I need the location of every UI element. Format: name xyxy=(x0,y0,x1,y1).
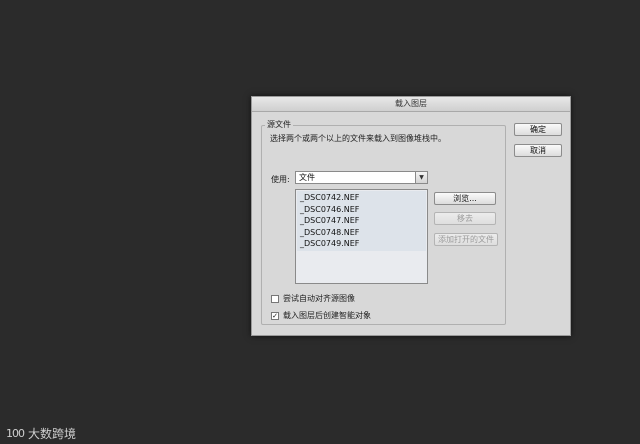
smart-object-label: 载入图层后创建智能对象 xyxy=(283,311,371,320)
list-item-file[interactable]: _DSC0746.NEF xyxy=(296,204,359,216)
list-item-file[interactable]: _DSC0747.NEF xyxy=(296,215,359,227)
smart-object-checkbox[interactable]: ✓ xyxy=(271,311,279,320)
desktop-background: 载入图层 源文件 选择两个或两个以上的文件来载入到图像堆栈中。 使用: 文件 ▼… xyxy=(0,0,640,444)
list-item-file[interactable]: _DSC0742.NEF xyxy=(296,192,359,204)
source-files-label: 源文件 xyxy=(265,119,293,130)
ok-button[interactable]: 确定 xyxy=(514,123,562,136)
remove-button[interactable]: 移去 xyxy=(434,212,496,225)
watermark: 100 大数跨境 xyxy=(6,425,76,442)
list-item-file[interactable]: _DSC0748.NEF xyxy=(296,227,359,239)
cancel-button[interactable]: 取消 xyxy=(514,144,562,157)
smart-object-option[interactable]: ✓ 载入图层后创建智能对象 xyxy=(271,310,371,321)
list-item-file[interactable]: _DSC0749.NEF xyxy=(296,238,359,250)
add-open-files-button[interactable]: 添加打开的文件 xyxy=(434,233,498,246)
dialog-title: 载入图层 xyxy=(252,97,570,112)
auto-align-label: 尝试自动对齐源图像 xyxy=(283,294,355,303)
file-list[interactable]: _DSC0742.NEF _DSC0746.NEF _DSC0747.NEF _… xyxy=(295,189,428,284)
auto-align-option[interactable]: 尝试自动对齐源图像 xyxy=(271,293,355,304)
load-layers-dialog: 载入图层 源文件 选择两个或两个以上的文件来载入到图像堆栈中。 使用: 文件 ▼… xyxy=(251,96,571,336)
file-list-items: _DSC0742.NEF _DSC0746.NEF _DSC0747.NEF _… xyxy=(296,192,359,250)
source-files-description: 选择两个或两个以上的文件来载入到图像堆栈中。 xyxy=(270,134,446,143)
browse-button[interactable]: 浏览... xyxy=(434,192,496,205)
auto-align-checkbox[interactable] xyxy=(271,294,279,303)
use-select-value: 文件 xyxy=(299,173,315,182)
chevron-down-icon[interactable]: ▼ xyxy=(415,172,427,183)
watermark-brand: 大数跨境 xyxy=(28,427,77,441)
use-select[interactable]: 文件 ▼ xyxy=(295,171,428,184)
use-label: 使用: xyxy=(271,175,290,184)
watermark-logo: 100 xyxy=(6,427,25,440)
